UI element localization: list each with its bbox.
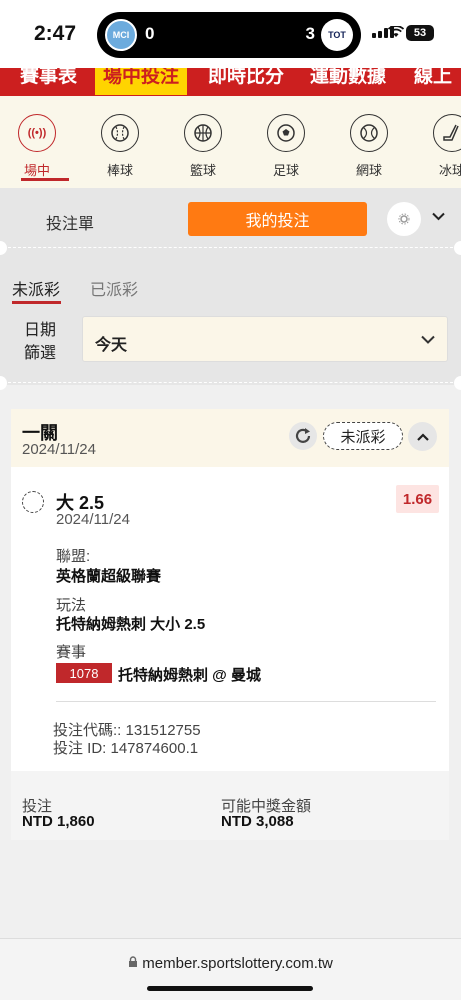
sport-tab-tennis[interactable]: 網球: [339, 114, 399, 179]
divider-notch: [0, 376, 7, 390]
pending-status-icon: [22, 491, 44, 513]
league-label: 聯盟:: [56, 548, 91, 565]
sport-tab-label: 網球: [355, 163, 382, 178]
clock: 2:47: [34, 22, 77, 45]
date-filter-value: 今天: [95, 337, 128, 354]
date-filter-select[interactable]: 今天: [82, 316, 448, 362]
market-value: 托特納姆熱刺 大小 2.5: [56, 616, 206, 633]
chevron-up-icon[interactable]: [408, 422, 437, 451]
ice-hockey-icon: [433, 114, 461, 152]
sport-tab-ice-hockey[interactable]: 冰球: [422, 114, 461, 179]
match-name: 托特納姆熱刺 @ 曼城: [118, 667, 261, 684]
nav-item-sports-data[interactable]: 運動數據: [310, 68, 386, 95]
tottenham-crest-icon: TOT: [321, 19, 353, 51]
tab-unsettled[interactable]: 未派彩: [12, 276, 60, 300]
settings-gear-icon[interactable]: [387, 202, 421, 236]
url-text: member.sportslottery.com.tw: [142, 955, 333, 972]
lock-icon: [128, 955, 142, 972]
url-display[interactable]: member.sportslottery.com.tw: [0, 955, 461, 972]
sport-tab-label: 棒球: [106, 163, 133, 178]
sport-tab-label: 足球: [272, 163, 299, 178]
manchester-city-crest-icon: MCI: [105, 19, 137, 51]
date-filter-label: 日期 篩選: [24, 322, 57, 362]
sport-tab-baseball[interactable]: 棒球: [90, 114, 150, 179]
nav-item-schedule[interactable]: 賽事表: [20, 68, 77, 95]
live-broadcast-icon: ((•)): [18, 114, 56, 152]
tab-settled[interactable]: 已派彩: [90, 276, 138, 300]
soccer-ball-icon: [267, 114, 305, 152]
nav-item-live-score[interactable]: 即時比分: [208, 68, 284, 95]
match-code-badge: 1078: [56, 663, 112, 683]
home-indicator[interactable]: [147, 986, 313, 991]
filter-panel: 未派彩 已派彩 日期 篩選 今天: [0, 241, 461, 390]
refresh-icon[interactable]: [289, 422, 317, 450]
stake-value: NTD 1,860: [22, 813, 95, 830]
bet-card-footer: 投注 NTD 1,860 可能中獎金額 NTD 3,088: [11, 771, 449, 840]
sport-tab-soccer[interactable]: 足球: [256, 114, 316, 179]
bet-date: 2024/11/24: [22, 441, 96, 458]
odds-badge: 1.66: [396, 485, 439, 513]
divider: [8, 247, 453, 248]
divider-notch: [454, 376, 461, 390]
active-sport-indicator: [21, 178, 69, 181]
tennis-ball-icon: [350, 114, 388, 152]
tab-my-bets[interactable]: 我的投注: [188, 202, 367, 236]
sport-tab-label: 場中: [23, 163, 50, 178]
market-label: 玩法: [56, 597, 87, 614]
away-score: 3: [305, 24, 315, 43]
divider-notch: [454, 241, 461, 255]
chevron-down-icon: [421, 331, 435, 347]
active-subtab-indicator: [12, 301, 61, 304]
home-score: 0: [145, 24, 155, 43]
chevron-down-icon[interactable]: [432, 208, 445, 224]
basketball-icon: [184, 114, 222, 152]
sport-tabs: ((•)) 場中 棒球 籃球 足球 網球 冰球: [0, 96, 461, 188]
divider: [8, 382, 453, 383]
baseball-icon: [101, 114, 139, 152]
live-score-island[interactable]: MCI 0 3 TOT: [97, 12, 361, 58]
divider: [56, 701, 436, 702]
sport-tab-live[interactable]: ((•)) 場中: [7, 114, 67, 179]
battery-icon: 53: [406, 25, 434, 41]
status-bar: 2:47 MCI 0 3 TOT 53: [0, 0, 461, 68]
nav-item-live-betting[interactable]: 場中投注: [95, 68, 188, 95]
league-value: 英格蘭超級聯賽: [56, 568, 162, 585]
bet-card-header: 一關 2024/11/24 未派彩: [11, 409, 449, 467]
match-label: 賽事: [56, 644, 87, 661]
pick-date: 2024/11/24: [56, 511, 130, 528]
tab-bet-slip[interactable]: 投注單: [46, 210, 94, 234]
sport-tab-basketball[interactable]: 籃球: [173, 114, 233, 179]
nav-item-online[interactable]: 線上: [414, 68, 452, 95]
payout-value: NTD 3,088: [221, 813, 294, 830]
browser-url-bar[interactable]: member.sportslottery.com.tw: [0, 938, 461, 1000]
sport-tab-label: 冰球: [438, 163, 461, 178]
wifi-icon: [388, 26, 404, 37]
top-nav: 賽事表 場中投注 即時比分 運動數據 線上: [0, 68, 461, 96]
status-badge: 未派彩: [323, 422, 403, 450]
bet-card: 一關 2024/11/24 未派彩 大 2.5 2024/11/24 1.66 …: [11, 409, 449, 840]
sport-tab-label: 籃球: [189, 163, 216, 178]
bet-tabs: 投注單 我的投注: [0, 188, 461, 250]
bet-id: 投注 ID: 147874600.1: [53, 740, 199, 757]
